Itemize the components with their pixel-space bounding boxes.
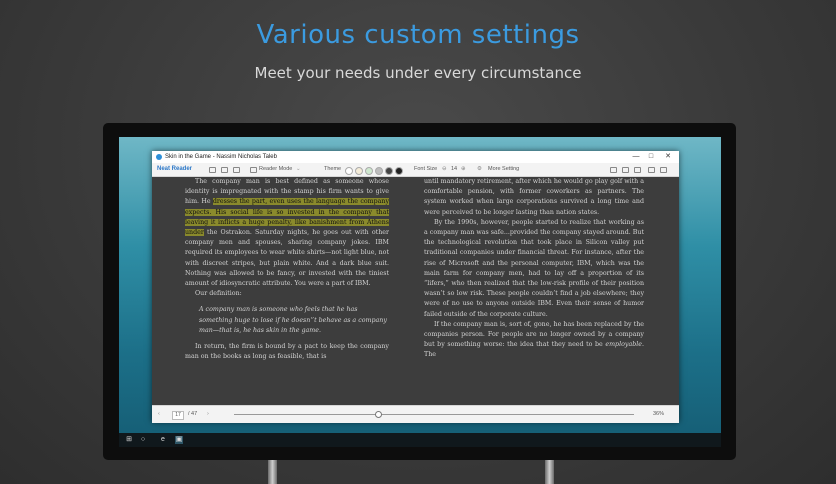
font-size-value: 14 xyxy=(451,166,458,172)
theme-swatch-black[interactable] xyxy=(395,166,403,175)
monitor-stand-right xyxy=(545,460,554,484)
title-bar: Skin in the Game - Nassim Nicholas Taleb… xyxy=(152,151,679,163)
theme-swatch-white[interactable] xyxy=(345,166,353,175)
reader-window: Skin in the Game - Nassim Nicholas Taleb… xyxy=(152,151,679,423)
more-setting-button[interactable]: More Setting xyxy=(488,163,519,176)
progress-slider[interactable] xyxy=(234,414,634,415)
app-icon xyxy=(156,154,162,160)
progress-slider-handle[interactable] xyxy=(375,411,382,418)
reader-mode-dropdown[interactable]: Reader Mode xyxy=(259,163,292,176)
brand-label: Neat Reader xyxy=(157,166,193,172)
next-page-icon[interactable]: › xyxy=(207,406,209,423)
book-icon[interactable] xyxy=(209,167,216,173)
grid-icon[interactable] xyxy=(233,167,240,173)
headline: Various custom settings xyxy=(256,20,580,50)
close-button[interactable]: ✕ xyxy=(662,151,674,163)
note-icon[interactable] xyxy=(648,167,655,173)
search-circle-icon[interactable]: ○ xyxy=(139,436,147,444)
search-icon[interactable] xyxy=(622,167,629,173)
edge-icon[interactable]: e xyxy=(159,436,167,444)
theme-swatch-sepia[interactable] xyxy=(355,166,363,175)
bottom-bar: ‹ 17 / 47 › 36% xyxy=(152,405,679,423)
theme-swatch-green[interactable] xyxy=(365,166,373,175)
right-page: until mandatory retirement, after which … xyxy=(424,177,644,405)
block-quote: A company man is someone who feels that … xyxy=(199,306,387,334)
paragraph: By the 1990s, however, people started to… xyxy=(424,218,644,318)
left-page: The company man is best defined as someo… xyxy=(185,177,389,405)
theme-swatch-gray[interactable] xyxy=(375,166,383,175)
paragraph-text: the Ostrakon. Saturday nights, he goes o… xyxy=(185,229,389,288)
subline: Meet your needs under every circumstance xyxy=(254,64,582,82)
font-size-label: Font Size xyxy=(414,166,438,172)
maximize-button[interactable]: □ xyxy=(645,151,657,163)
emphasis-text: employable xyxy=(605,341,642,349)
monitor-stand-left xyxy=(268,460,277,484)
bookmark-icon[interactable] xyxy=(610,167,617,173)
list-icon[interactable] xyxy=(221,167,228,173)
chevron-down-icon[interactable]: ⌄ xyxy=(296,163,301,176)
font-increase-icon[interactable]: ⊕ xyxy=(461,163,466,176)
gear-icon[interactable]: ⚙ xyxy=(477,163,482,176)
minimize-button[interactable]: — xyxy=(630,151,642,163)
page-total: / 47 xyxy=(188,411,198,417)
paragraph: In return, the firm is bound by a pact t… xyxy=(185,343,389,361)
progress-percent: 36% xyxy=(653,411,665,417)
page-number-input[interactable]: 17 xyxy=(172,411,184,420)
paragraph: Our definition: xyxy=(195,290,242,298)
windows-start-icon[interactable]: ⊞ xyxy=(125,436,133,444)
monitor-screen: Skin in the Game - Nassim Nicholas Taleb… xyxy=(119,137,721,447)
neat-reader-taskbar-icon[interactable]: ▣ xyxy=(175,436,183,444)
paragraph: until mandatory retirement, after which … xyxy=(424,178,644,216)
paragraph: The company man is best defined as someo… xyxy=(185,177,389,289)
font-decrease-icon[interactable]: ⊖ xyxy=(442,163,447,176)
fullscreen-icon[interactable] xyxy=(634,167,641,173)
toolbar: Neat Reader Reader Mode ⌄ Theme Font Siz… xyxy=(152,163,679,177)
reader-mode-icon xyxy=(250,167,257,173)
theme-label: Theme xyxy=(324,166,342,172)
taskbar: ⊞ ○ e ▣ xyxy=(119,433,721,447)
menu-icon[interactable] xyxy=(660,167,667,173)
theme-swatch-dark[interactable] xyxy=(385,166,393,175)
prev-page-icon[interactable]: ‹ xyxy=(158,406,160,423)
paragraph: If the company man is, sort of, gone, he… xyxy=(424,320,644,361)
window-title: Skin in the Game - Nassim Nicholas Taleb xyxy=(165,154,277,160)
